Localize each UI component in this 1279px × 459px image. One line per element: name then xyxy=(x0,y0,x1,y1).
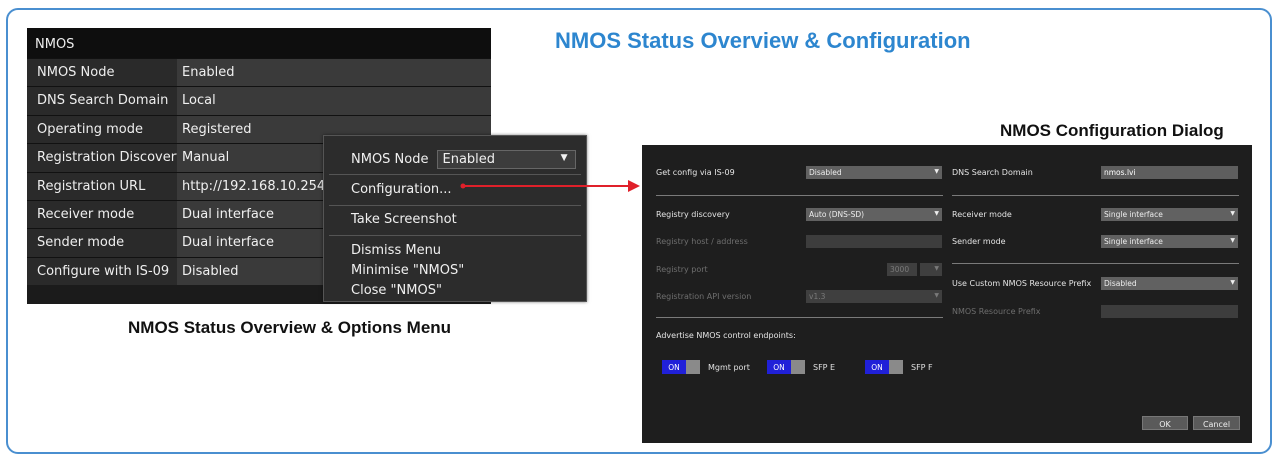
sender-mode-value: Single interface xyxy=(1104,237,1163,246)
chevron-down-icon: ▼ xyxy=(934,210,939,217)
menu-nmos-node-value: Enabled xyxy=(442,152,496,167)
section-divider xyxy=(656,195,943,196)
toggle-sfp-f[interactable]: ON SFP F xyxy=(865,360,933,374)
receiver-mode-label: Receiver mode xyxy=(952,210,1012,219)
toggle-knob xyxy=(791,360,805,374)
toggle-mgmt-port[interactable]: ON Mgmt port xyxy=(662,360,750,374)
custom-prefix-label: Use Custom NMOS Resource Prefix xyxy=(952,279,1092,288)
registration-api-select[interactable]: v1.3 ▼ xyxy=(806,290,942,303)
options-context-menu: NMOS Node Enabled ▼ Configuration... Tak… xyxy=(323,135,587,302)
status-label: NMOS Node xyxy=(27,59,177,87)
toggle-state: ON xyxy=(662,360,686,374)
toggle-label: Mgmt port xyxy=(708,362,750,372)
section-divider xyxy=(952,195,1239,196)
toggle-label: SFP E xyxy=(813,362,836,372)
sender-mode-label: Sender mode xyxy=(952,237,1006,246)
menu-nmos-node-row: NMOS Node Enabled ▼ xyxy=(351,150,576,169)
pointer-arrow-icon xyxy=(460,180,640,192)
status-label: DNS Search Domain xyxy=(27,87,177,115)
sender-mode-select[interactable]: Single interface ▼ xyxy=(1101,235,1238,248)
registry-discovery-label: Registry discovery xyxy=(656,210,730,219)
get-config-label: Get config via IS-09 xyxy=(656,168,735,177)
section-divider xyxy=(656,317,943,318)
resource-prefix-input[interactable] xyxy=(1101,305,1238,318)
status-label: Registration Discovery xyxy=(27,144,184,172)
registry-port-stepper[interactable]: ▼ xyxy=(920,263,942,276)
registry-host-label: Registry host / address xyxy=(656,237,748,246)
chevron-down-icon: ▼ xyxy=(934,292,939,299)
status-value: Enabled xyxy=(177,59,491,87)
toggle-knob xyxy=(889,360,903,374)
menu-divider xyxy=(329,205,581,206)
custom-prefix-select[interactable]: Disabled ▼ xyxy=(1101,277,1238,290)
custom-prefix-value: Disabled xyxy=(1104,279,1137,288)
menu-item-minimise[interactable]: Minimise "NMOS" xyxy=(351,263,464,278)
status-label: Registration URL xyxy=(27,172,177,200)
toggle-state: ON xyxy=(767,360,791,374)
dialog-caption: NMOS Configuration Dialog xyxy=(1000,121,1224,140)
status-value: Local xyxy=(177,87,491,115)
get-config-select[interactable]: Disabled ▼ xyxy=(806,166,942,179)
chevron-down-icon: ▼ xyxy=(934,265,939,272)
registry-port-label: Registry port xyxy=(656,265,708,274)
status-label: Receiver mode xyxy=(27,200,177,229)
menu-nmos-node-select[interactable]: Enabled ▼ xyxy=(436,150,576,169)
get-config-value: Disabled xyxy=(809,168,842,177)
status-caption: NMOS Status Overview & Options Menu xyxy=(128,318,452,337)
menu-divider xyxy=(329,174,581,175)
menu-item-dismiss[interactable]: Dismiss Menu xyxy=(351,243,441,258)
registration-api-value: v1.3 xyxy=(809,292,826,301)
registry-discovery-select[interactable]: Auto (DNS-SD) ▼ xyxy=(806,208,942,221)
status-row-nmos-node: NMOS Node Enabled xyxy=(27,58,491,87)
status-label: Sender mode xyxy=(27,229,177,257)
status-panel-title: NMOS xyxy=(27,28,491,58)
menu-nmos-node-label: NMOS Node xyxy=(351,152,429,167)
menu-item-configuration[interactable]: Configuration... xyxy=(351,182,452,197)
chevron-down-icon: ▼ xyxy=(1230,210,1235,217)
menu-item-close[interactable]: Close "NMOS" xyxy=(351,283,442,298)
nmos-configuration-dialog: Get config via IS-09 Disabled ▼ Registry… xyxy=(642,145,1252,443)
receiver-mode-select[interactable]: Single interface ▼ xyxy=(1101,208,1238,221)
ok-button[interactable]: OK xyxy=(1142,416,1188,430)
advertise-label: Advertise NMOS control endpoints: xyxy=(656,331,796,340)
registry-port-value: 3000 xyxy=(890,265,910,274)
chevron-down-icon: ▼ xyxy=(560,153,568,163)
menu-item-take-screenshot[interactable]: Take Screenshot xyxy=(351,212,457,227)
toggle-state: ON xyxy=(865,360,889,374)
dns-search-domain-input[interactable]: nmos.lvi xyxy=(1101,166,1238,179)
chevron-down-icon: ▼ xyxy=(1230,237,1235,244)
dns-search-domain-label: DNS Search Domain xyxy=(952,168,1033,177)
receiver-mode-value: Single interface xyxy=(1104,210,1163,219)
registry-port-input[interactable]: 3000 xyxy=(887,263,917,276)
chevron-down-icon: ▼ xyxy=(934,168,939,175)
main-title: NMOS Status Overview & Configuration xyxy=(555,28,971,53)
status-label: Operating mode xyxy=(27,115,177,144)
chevron-down-icon: ▼ xyxy=(1230,279,1235,286)
toggle-knob xyxy=(686,360,700,374)
cancel-button[interactable]: Cancel xyxy=(1193,416,1240,430)
status-row-dns-search-domain: DNS Search Domain Local xyxy=(27,86,491,115)
registry-discovery-value: Auto (DNS-SD) xyxy=(809,210,865,219)
section-divider xyxy=(952,263,1239,264)
menu-divider xyxy=(329,235,581,236)
status-label: Configure with IS-09 xyxy=(27,257,177,286)
resource-prefix-label: NMOS Resource Prefix xyxy=(952,307,1041,316)
registration-api-label: Registration API version xyxy=(656,292,752,301)
toggle-sfp-e[interactable]: ON SFP E xyxy=(767,360,835,374)
registry-host-input[interactable] xyxy=(806,235,942,248)
toggle-label: SFP F xyxy=(911,362,933,372)
